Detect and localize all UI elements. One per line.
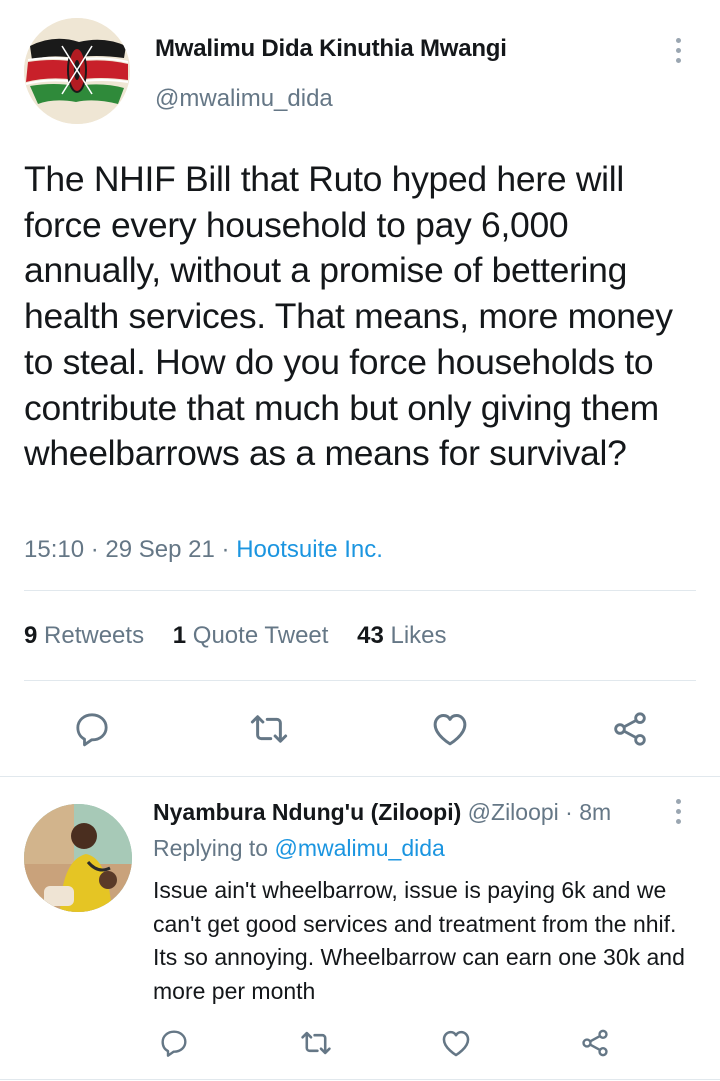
retweets-stat[interactable]: 9 Retweets bbox=[24, 622, 144, 649]
quotes-count: 1 bbox=[172, 622, 187, 649]
more-options-button[interactable] bbox=[668, 36, 690, 66]
likes-label: Likes bbox=[390, 622, 447, 649]
bottom-divider bbox=[0, 1079, 720, 1080]
share-button[interactable] bbox=[606, 705, 654, 753]
likes-count: 43 bbox=[357, 622, 384, 649]
reply-icon bbox=[161, 1030, 187, 1057]
tweet-meta: 15:10 · 29 Sep 21 · Hootsuite Inc. bbox=[24, 536, 383, 564]
tweet-source-link[interactable]: Hootsuite Inc. bbox=[236, 536, 383, 563]
retweet-button[interactable] bbox=[245, 705, 293, 753]
divider bbox=[24, 680, 696, 681]
like-button[interactable] bbox=[426, 705, 474, 753]
reply-icon bbox=[76, 713, 108, 747]
like-icon bbox=[442, 1030, 470, 1057]
meta-separator: · bbox=[565, 799, 573, 825]
reply-avatar-image bbox=[24, 804, 132, 912]
reply-text: Issue ain't wheelbarrow, issue is paying… bbox=[153, 877, 685, 1004]
retweet-icon bbox=[250, 715, 288, 743]
tweet-date: 29 Sep 21 bbox=[105, 536, 215, 563]
meta-separator: · bbox=[221, 536, 230, 563]
reply-like-button[interactable] bbox=[432, 1019, 480, 1067]
tweet-text: The NHIF Bill that Ruto hyped here will … bbox=[24, 159, 673, 474]
reply-more-options-button[interactable] bbox=[668, 797, 690, 827]
divider bbox=[24, 590, 696, 591]
reply-author-name[interactable]: Nyambura Ndung'u (Ziloopi) bbox=[153, 799, 461, 825]
reply-reply-button[interactable] bbox=[150, 1019, 198, 1067]
retweets-label: Retweets bbox=[44, 622, 145, 649]
retweets-count: 9 bbox=[24, 622, 38, 649]
author-avatar[interactable] bbox=[24, 18, 130, 124]
replying-to: Replying to @mwalimu_dida bbox=[153, 835, 445, 862]
reply-author-avatar[interactable] bbox=[24, 804, 132, 912]
section-divider bbox=[0, 776, 720, 777]
reply-retweet-button[interactable] bbox=[292, 1019, 340, 1067]
reply-header: Nyambura Ndung'u (Ziloopi) @Ziloopi · 8m bbox=[153, 799, 611, 826]
replying-prefix: Replying to bbox=[153, 835, 269, 861]
author-name[interactable]: Mwalimu Dida Kinuthia Mwangi bbox=[155, 35, 507, 63]
kenya-flag-avatar-image bbox=[24, 18, 130, 124]
reply-button[interactable] bbox=[68, 705, 116, 753]
replying-mention-link[interactable]: @mwalimu_dida bbox=[274, 835, 444, 861]
share-icon bbox=[582, 1029, 608, 1057]
share-icon bbox=[614, 712, 646, 746]
tweet-time: 15:10 bbox=[24, 536, 85, 563]
likes-stat[interactable]: 43 Likes bbox=[357, 622, 446, 649]
retweet-icon bbox=[301, 1031, 331, 1055]
reply-share-button[interactable] bbox=[571, 1019, 619, 1067]
meta-separator: · bbox=[90, 536, 99, 563]
reply-author-handle[interactable]: @Ziloopi bbox=[468, 799, 559, 825]
reply-tweet[interactable]: Nyambura Ndung'u (Ziloopi) @Ziloopi · 8m… bbox=[0, 778, 720, 1081]
like-icon bbox=[433, 714, 467, 746]
quotes-label: Quote Tweet bbox=[192, 622, 329, 649]
tweet-stats: 9 Retweets 1 Quote Tweet 43 Likes bbox=[24, 622, 447, 650]
author-handle[interactable]: @mwalimu_dida bbox=[155, 85, 333, 113]
main-tweet: Mwalimu Dida Kinuthia Mwangi @mwalimu_di… bbox=[0, 0, 720, 777]
quote-tweets-stat[interactable]: 1 Quote Tweet bbox=[173, 622, 329, 649]
reply-time: 8m bbox=[579, 799, 612, 825]
